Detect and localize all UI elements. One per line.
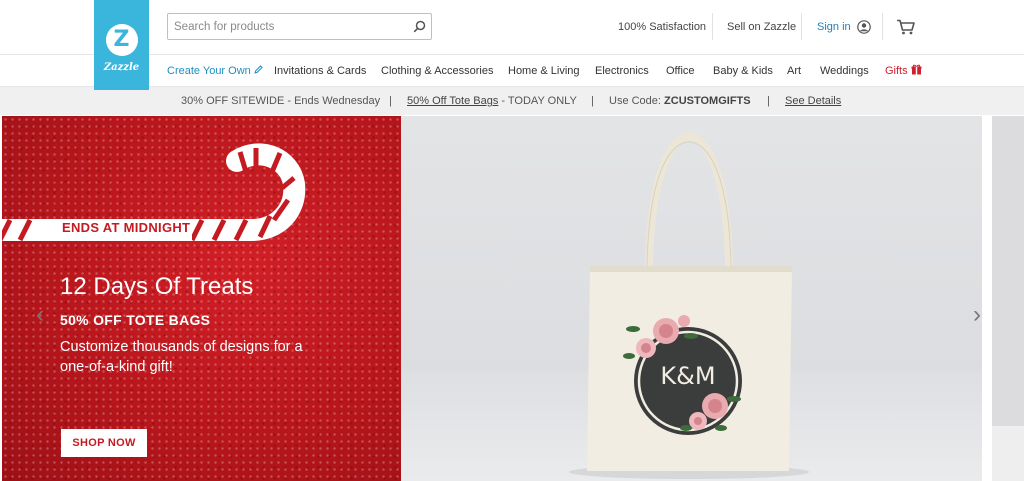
hero-carousel: ENDS AT MIDNIGHT 12 Days Of Treats 50% O… [0,116,1024,481]
promo-separator: | [591,95,594,107]
monogram-text: K&M [660,362,716,390]
carousel-next-arrow[interactable]: › [973,301,981,329]
header-divider [712,13,713,40]
ends-at-midnight-label: ENDS AT MIDNIGHT [62,220,191,235]
category-nav: Create Your Own Invitations & Cards Clot… [0,55,1024,87]
promo-code: Use Code: ZCUSTOMGIFTS [609,95,751,107]
user-icon [856,19,871,34]
sign-in-link[interactable]: Sign in [817,13,871,40]
logo-wordmark: Zazzle [103,62,140,73]
next-slide-floor [992,426,1024,481]
search-box [167,13,432,40]
nav-create-your-own[interactable]: Create Your Own [167,55,263,87]
nav-clothing-accessories[interactable]: Clothing & Accessories [381,55,494,87]
nav-electronics[interactable]: Electronics [595,55,649,87]
satisfaction-link[interactable]: 100% Satisfaction [618,13,706,40]
nav-baby-kids[interactable]: Baby & Kids [713,55,773,87]
search-input[interactable] [168,14,407,39]
hero-title: 12 Days Of Treats [60,273,254,300]
hero-product-image[interactable]: K&M [401,116,982,481]
nav-invitations-cards[interactable]: Invitations & Cards [274,55,366,87]
see-details-link[interactable]: See Details [785,87,841,115]
sell-link[interactable]: Sell on Zazzle [727,13,796,40]
logo-mark-icon: Z [105,24,138,56]
nav-label: Gifts [885,65,908,77]
nav-office[interactable]: Office [666,55,695,87]
header-divider [882,13,883,40]
promo-bar: 30% OFF SITEWIDE - Ends Wednesday | 50% … [0,87,1024,115]
nav-label: Create Your Own [167,65,251,77]
coupon-code: ZCUSTOMGIFTS [664,95,751,107]
zazzle-logo[interactable]: Z Zazzle [94,0,149,90]
hero-promo-panel[interactable]: ENDS AT MIDNIGHT 12 Days Of Treats 50% O… [2,116,401,481]
nav-weddings[interactable]: Weddings [820,55,869,87]
tote-offer-link[interactable]: 50% Off Tote Bags [407,95,498,107]
nav-home-living[interactable]: Home & Living [508,55,580,87]
tote-bag-image [569,131,809,479]
nav-art[interactable]: Art [787,55,801,87]
cart-icon [897,19,915,34]
pencil-icon [254,65,263,74]
shop-now-button[interactable]: SHOP NOW [61,429,147,457]
sign-in-label: Sign in [817,20,851,33]
nav-gifts[interactable]: Gifts [885,55,922,87]
cart-button[interactable] [896,13,915,40]
promo-separator: | [389,95,392,107]
site-header: Z Zazzle 100% Satisfaction Sell on Zazzl… [0,0,1024,90]
promo-separator: | [767,95,770,107]
gift-icon [911,64,922,75]
search-icon[interactable] [407,14,431,39]
hero-subtitle: 50% OFF TOTE BAGS [60,312,211,328]
hero-description: Customize thousands of designs for a one… [60,339,303,375]
promo-tote-offer: 50% Off Tote Bags - TODAY ONLY [407,95,577,107]
carousel-prev-arrow[interactable]: ‹ [36,301,44,329]
promo-sitewide: 30% OFF SITEWIDE - Ends Wednesday [181,95,381,107]
header-divider [801,13,802,40]
